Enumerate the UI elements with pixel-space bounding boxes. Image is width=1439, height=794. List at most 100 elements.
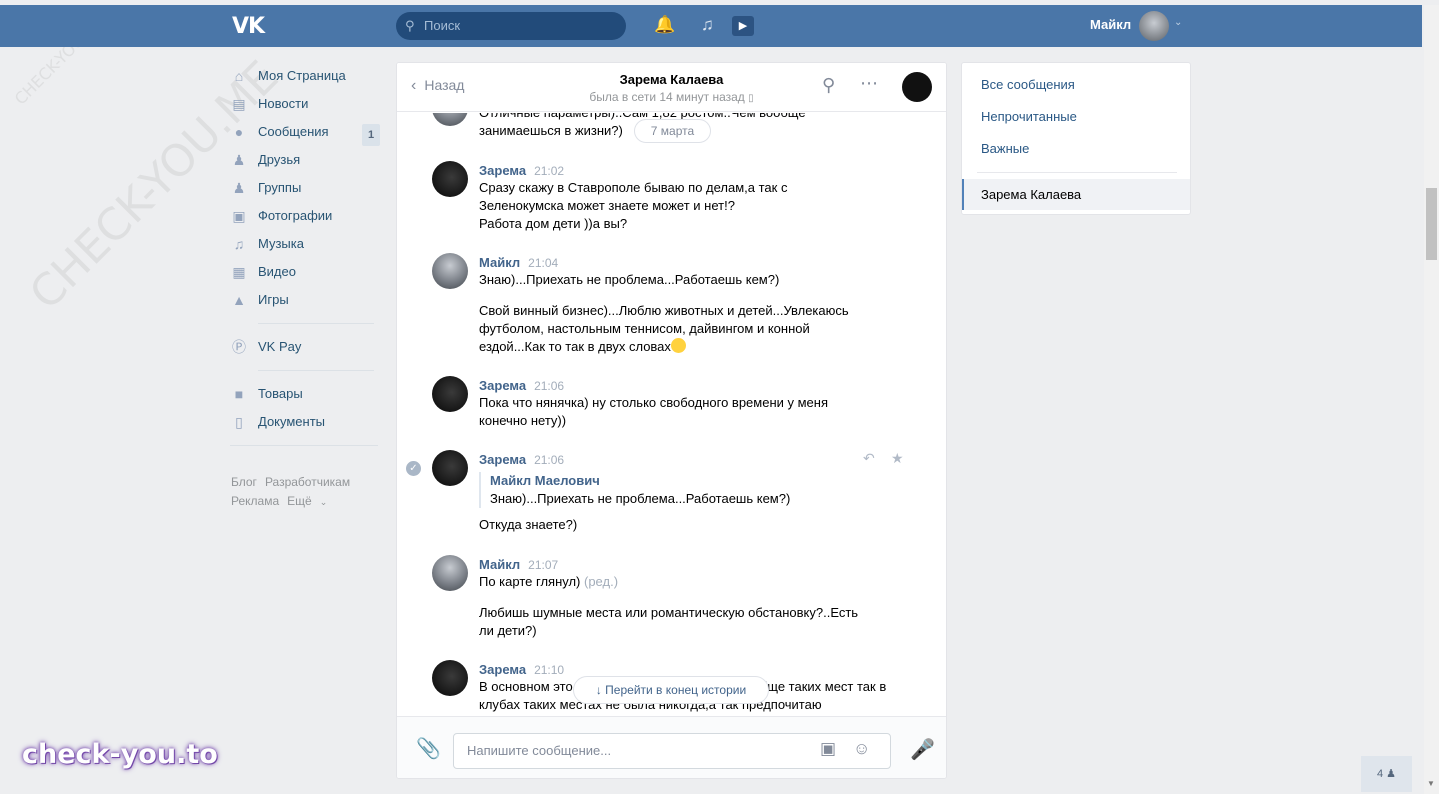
sidebar-item-documents[interactable]: ▯ Документы [230, 408, 380, 436]
last-seen-text: была в сети 14 минут назад [589, 90, 745, 104]
message-time[interactable]: 21:02 [534, 164, 564, 178]
filter-important[interactable]: Важные [981, 141, 1029, 156]
message-author[interactable]: Зарема 21:02 [479, 163, 564, 178]
message-line: конечно нету)) [479, 413, 567, 428]
message-text: Сразу скажу в Ставрополе бываю по делам,… [479, 179, 879, 233]
divider [258, 323, 374, 324]
friends-icon: ♟ [232, 152, 246, 168]
brand-watermark: check-you.to [22, 739, 218, 770]
chat-avatar[interactable] [902, 72, 932, 102]
message-author[interactable]: Майкл 21:07 [479, 557, 558, 572]
message-time[interactable]: 21:07 [528, 558, 558, 572]
sidebar-item-news[interactable]: ▤ Новости [230, 90, 380, 118]
search-placeholder: Поиск [424, 18, 461, 33]
avatar[interactable] [432, 253, 468, 289]
divider [258, 370, 374, 371]
filter-all-messages[interactable]: Все сообщения [981, 77, 1075, 92]
play-icon[interactable]: ▶ [732, 16, 754, 36]
reply-icon[interactable]: ↶ [863, 450, 875, 467]
sidebar-item-vkpay[interactable]: Ⓟ VK Pay [230, 333, 380, 361]
quote-author[interactable]: Майкл Маелович [490, 472, 879, 490]
sidebar-item-video[interactable]: ▦ Видео [230, 258, 380, 286]
author-name[interactable]: Зарема [479, 662, 526, 677]
avatar[interactable] [432, 555, 468, 591]
message-time[interactable]: 21:10 [534, 663, 564, 677]
author-name[interactable]: Зарема [479, 378, 526, 393]
message-time[interactable]: 21:04 [528, 256, 558, 270]
message-time[interactable]: 21:06 [534, 453, 564, 467]
message-line: По карте глянул) [479, 574, 581, 589]
author-name[interactable]: Майкл [479, 557, 520, 572]
sidebar-item-games[interactable]: ▲ Игры [230, 286, 380, 314]
left-navigation: ⌂ Моя Страница ▤ Новости ● Сообщения 1 ♟ Друз… [230, 62, 380, 455]
message-composer: 📎 Напишите сообщение... ▣ ☺ 🎤 [397, 716, 946, 778]
message-author[interactable]: Майкл 21:04 [479, 255, 558, 270]
avatar[interactable] [432, 161, 468, 197]
video-icon: ▦ [232, 264, 246, 280]
message-text: Откуда знаете?) [479, 517, 578, 532]
sidebar-item-my-page[interactable]: ⌂ Моя Страница [230, 62, 380, 90]
jump-to-end-button[interactable]: ↓ Перейти в конец истории [573, 676, 769, 704]
footer-link-ads[interactable]: Реклама [231, 494, 279, 508]
avatar[interactable] [432, 660, 468, 696]
check-icon[interactable]: ✓ [406, 461, 421, 476]
music-icon[interactable]: ♫ [701, 15, 714, 35]
sidebar-item-label: Видео [258, 264, 296, 279]
search-input[interactable]: ⚲ Поиск [396, 12, 626, 40]
divider [230, 445, 378, 446]
author-name[interactable]: Зарема [479, 452, 526, 467]
chevron-down-icon[interactable]: ⌄ [1174, 17, 1182, 28]
music-icon: ♫ [233, 236, 245, 252]
sidebar-item-groups[interactable]: ♟ Группы [230, 174, 380, 202]
more-icon[interactable]: ⋯ [860, 73, 879, 94]
sidebar-item-goods[interactable]: ■ Товары [230, 380, 380, 408]
message-line: ездой...Как то так в двух словах [479, 339, 671, 354]
footer-link-blog[interactable]: Блог [231, 475, 257, 489]
sidebar-item-label: Фотографии [258, 208, 333, 223]
avatar[interactable] [1139, 11, 1169, 41]
message-line: футболом, настольным теннисом, дайвингом… [479, 321, 810, 336]
author-name[interactable]: Зарема [479, 163, 526, 178]
chevron-down-icon[interactable]: ⌄ [320, 497, 328, 507]
avatar[interactable] [432, 450, 468, 486]
avatar[interactable] [432, 113, 468, 126]
scroll-down-arrow-icon[interactable]: ▼ [1427, 779, 1435, 788]
conversation-name: Зарема Калаева [981, 187, 1082, 202]
person-icon: ♟ [1386, 768, 1397, 780]
message-text: По карте глянул) (ред.) [479, 573, 879, 591]
sidebar-item-music[interactable]: ♫ Музыка [230, 230, 380, 258]
filter-unread[interactable]: Непрочитанные [981, 109, 1077, 124]
user-name[interactable]: Майкл [1090, 17, 1131, 32]
message-line: Сразу скажу в Ставрополе бываю по делам,… [479, 180, 788, 195]
message-text: Любишь шумные места или романтическую об… [479, 604, 879, 640]
footer-link-more[interactable]: Ещё [287, 494, 312, 508]
paperclip-icon[interactable]: 📎 [416, 736, 441, 761]
message-author[interactable]: Зарема 21:10 [479, 662, 564, 677]
scrollbar-thumb[interactable] [1426, 188, 1437, 260]
microphone-icon[interactable]: 🎤 [910, 737, 935, 762]
sidebar-item-label: Сообщения [258, 124, 329, 139]
message-author[interactable]: Зарема 21:06 [479, 452, 564, 467]
messages-icon: ● [234, 124, 244, 140]
camera-icon[interactable]: ▣ [820, 739, 836, 759]
search-icon[interactable]: ⚲ [822, 75, 835, 96]
message-time[interactable]: 21:06 [534, 379, 564, 393]
message-author[interactable]: Зарема 21:06 [479, 378, 564, 393]
sidebar-item-photos[interactable]: ▣ Фотографии [230, 202, 380, 230]
author-name[interactable]: Майкл [479, 255, 520, 270]
page-scrollbar[interactable]: ▼ [1424, 5, 1439, 794]
smile-icon[interactable]: ☺ [853, 739, 870, 759]
bell-icon[interactable]: 🔔 [654, 15, 675, 35]
vk-logo[interactable]: VK [232, 14, 265, 39]
quoted-message[interactable]: Майкл Маелович Знаю)...Приехать не пробл… [479, 472, 879, 508]
message-filters: Все сообщения Непрочитанные Важные Зарем… [961, 62, 1191, 215]
online-friends-button[interactable]: 4 ♟ [1361, 756, 1412, 792]
friends-count: 4 [1376, 768, 1384, 780]
sidebar-item-friends[interactable]: ♟ Друзья [230, 146, 380, 174]
avatar[interactable] [432, 376, 468, 412]
sidebar-item-messages[interactable]: ● Сообщения 1 [230, 118, 380, 146]
selected-conversation[interactable]: Зарема Калаева [962, 179, 1190, 210]
footer-link-developers[interactable]: Разработчикам [265, 475, 350, 489]
camera-icon: ▣ [232, 208, 246, 224]
star-icon[interactable]: ★ [891, 450, 904, 467]
